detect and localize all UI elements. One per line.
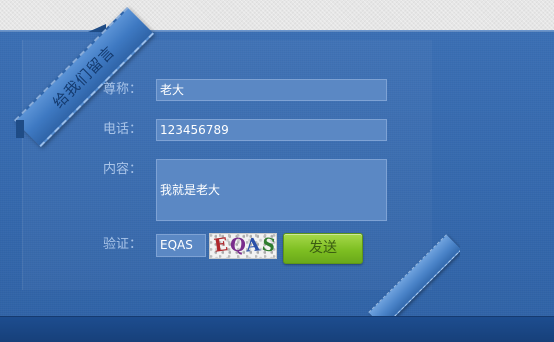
corner-decoration [350, 230, 460, 330]
footer-band [0, 316, 554, 342]
ribbon-fold-left [16, 120, 24, 138]
phone-label: 电话： [103, 122, 143, 137]
captcha-image[interactable]: E Q A S [209, 233, 277, 259]
captcha-char: A [245, 234, 261, 257]
captcha-label: 验证： [103, 237, 143, 252]
nickname-input[interactable]: 老大 [156, 79, 387, 101]
corner-strip [368, 234, 460, 328]
content-label: 内容： [103, 162, 143, 177]
content-textarea[interactable]: 我就是老大 [156, 159, 387, 221]
phone-input[interactable]: 123456789 [156, 119, 387, 141]
captcha-input[interactable]: EQAS [156, 234, 206, 257]
nickname-label: 尊称： [103, 82, 143, 97]
captcha-char: Q [228, 234, 247, 257]
captcha-char: E [212, 234, 230, 257]
